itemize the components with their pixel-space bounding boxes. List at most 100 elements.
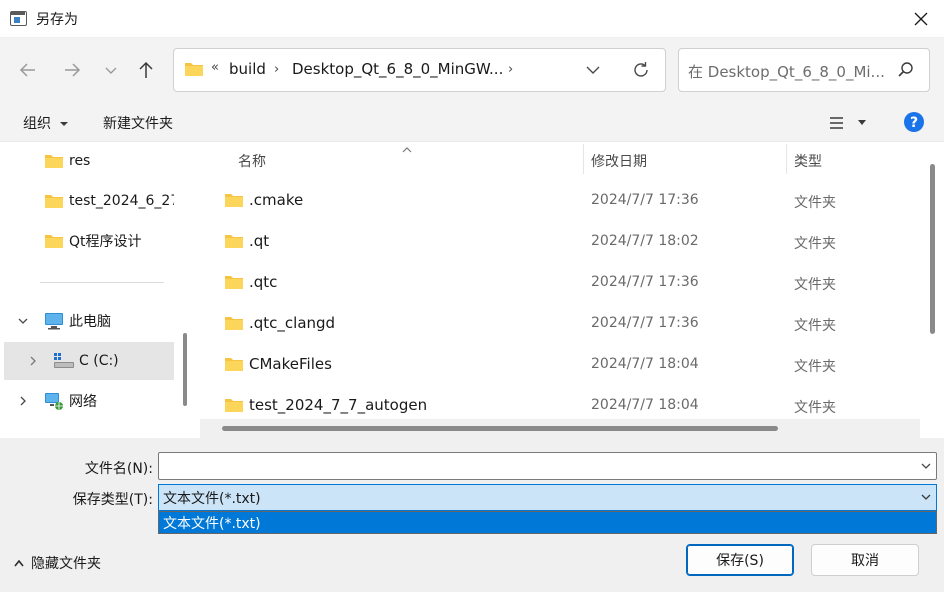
table-row[interactable]: .qt 2024/7/7 18:02 文件夹: [200, 221, 920, 261]
navigation-pane: res test_2024_6_27 Qt程序设计 此电脑 C (C:) 网络: [0, 142, 193, 438]
filetype-selected-value: 文本文件(*.txt): [163, 491, 261, 507]
chevron-right-icon[interactable]: [17, 395, 29, 407]
folder-icon: [225, 276, 243, 289]
hide-folders-label: 隐藏文件夹: [31, 556, 101, 572]
chevron-right-icon[interactable]: [27, 355, 39, 367]
chevron-down-icon: [921, 494, 931, 500]
table-row[interactable]: .qtc 2024/7/7 17:36 文件夹: [200, 262, 920, 302]
folder-icon: [184, 61, 204, 81]
nav-item-network[interactable]: 网络: [4, 382, 174, 420]
help-icon: ?: [904, 112, 924, 132]
search-input[interactable]: 在 Desktop_Qt_6_8_0_Mi...: [688, 61, 885, 82]
column-header-name[interactable]: 名称: [238, 151, 266, 171]
table-row[interactable]: CMakeFiles 2024/7/7 18:04 文件夹: [200, 344, 920, 384]
file-name: .qt: [249, 232, 270, 250]
organize-label: 组织: [23, 116, 51, 132]
filetype-dropdown-list: [158, 511, 937, 534]
nav-pane-scrollbar[interactable]: [183, 333, 187, 406]
list-view-icon: [830, 117, 866, 129]
address-dropdown-button[interactable]: [585, 62, 601, 82]
file-type: 文件夹: [794, 195, 836, 211]
chevron-down-icon[interactable]: [17, 315, 29, 327]
nav-item-res[interactable]: res: [4, 142, 174, 180]
drive-icon: [54, 353, 74, 368]
file-type: 文件夹: [794, 359, 836, 375]
caret-down-icon: [60, 122, 69, 126]
nav-item-c-drive[interactable]: C (C:): [4, 342, 174, 380]
nav-item-this-pc[interactable]: 此电脑: [4, 302, 174, 340]
save-button[interactable]: 保存(S): [686, 544, 794, 576]
breadcrumb-build[interactable]: build: [229, 60, 266, 78]
title-bar: [0, 0, 944, 38]
app-window-icon: [10, 11, 27, 26]
refresh-icon: [634, 62, 648, 77]
nav-item-label: C (C:): [79, 353, 119, 369]
filename-input[interactable]: [158, 452, 937, 480]
table-row[interactable]: .cmake 2024/7/7 17:36 文件夹: [200, 180, 920, 220]
filetype-select[interactable]: [158, 484, 937, 511]
nav-item-label: test_2024_6_27: [69, 193, 174, 209]
breadcrumb-separator[interactable]: ›: [508, 62, 513, 77]
svg-text:?: ?: [910, 115, 918, 131]
table-row[interactable]: .qtc_clangd 2024/7/7 17:36 文件夹: [200, 303, 920, 343]
nav-item-test-2024-6-27[interactable]: test_2024_6_27: [4, 182, 174, 220]
back-button[interactable]: [16, 56, 40, 84]
file-name: test_2024_7_7_autogen: [249, 396, 428, 414]
chevron-down-icon: [105, 67, 117, 74]
file-type: 文件夹: [794, 318, 836, 334]
file-date: 2024/7/7 18:04: [591, 397, 699, 413]
arrow-up-icon: [139, 61, 153, 78]
file-date: 2024/7/7 17:36: [591, 192, 699, 208]
filetype-dropdown-arrow[interactable]: [920, 491, 932, 507]
window-title: 另存为: [36, 12, 78, 28]
file-type: 文件夹: [794, 236, 836, 252]
cancel-button[interactable]: 取消: [811, 544, 919, 576]
breadcrumb-desktop-qt[interactable]: Desktop_Qt_6_8_0_MinGW...: [292, 60, 503, 78]
recent-locations-button[interactable]: [99, 56, 123, 84]
folder-icon: [225, 317, 243, 330]
folder-icon: [225, 358, 243, 371]
new-folder-button[interactable]: 新建文件夹: [103, 113, 173, 133]
computer-icon: [45, 313, 63, 330]
file-name: .qtc_clangd: [249, 314, 336, 332]
nav-item-qt-programming[interactable]: Qt程序设计: [4, 222, 174, 260]
file-date: 2024/7/7 17:36: [591, 315, 699, 331]
hide-folders-toggle[interactable]: 隐藏文件夹: [13, 553, 101, 573]
folder-icon: [45, 155, 63, 168]
folder-icon: [45, 235, 63, 248]
refresh-button[interactable]: [631, 60, 651, 84]
organize-menu-button[interactable]: 组织: [23, 113, 69, 133]
help-button[interactable]: ?: [904, 112, 924, 136]
close-icon: [914, 12, 928, 26]
file-name: .cmake: [249, 191, 304, 209]
table-row[interactable]: test_2024_7_7_autogen 2024/7/7 18:04 文件夹: [200, 385, 920, 419]
nav-item-label: Qt程序设计: [69, 234, 142, 250]
file-name: CMakeFiles: [249, 355, 332, 373]
breadcrumb-separator: ›: [274, 62, 280, 77]
filetype-label: 保存类型(T):: [72, 492, 153, 508]
column-divider[interactable]: [786, 144, 787, 174]
folder-icon: [225, 235, 243, 248]
horizontal-scrollbar-thumb[interactable]: [222, 426, 778, 431]
file-type: 文件夹: [794, 400, 836, 416]
file-name: .qtc: [249, 273, 278, 291]
vertical-scrollbar-thumb[interactable]: [930, 164, 935, 334]
file-type: 文件夹: [794, 277, 836, 293]
filename-history-dropdown[interactable]: [920, 460, 932, 476]
folder-icon: [225, 399, 243, 412]
nav-divider: [40, 282, 164, 283]
column-header-type[interactable]: 类型: [794, 151, 822, 171]
nav-item-label: res: [69, 153, 91, 169]
file-date: 2024/7/7 18:04: [591, 356, 699, 372]
view-options-button[interactable]: [828, 115, 868, 135]
filetype-option[interactable]: 文本文件(*.txt): [163, 513, 261, 533]
column-header-date[interactable]: 修改日期: [591, 151, 647, 171]
nav-item-label: 此电脑: [69, 314, 111, 330]
search-icon[interactable]: [897, 61, 915, 83]
file-date: 2024/7/7 18:02: [591, 233, 699, 249]
forward-button[interactable]: [60, 56, 84, 84]
up-button[interactable]: [134, 56, 158, 84]
overflow-crumb[interactable]: «: [211, 60, 219, 75]
close-button[interactable]: [902, 4, 940, 34]
column-divider[interactable]: [583, 144, 584, 174]
